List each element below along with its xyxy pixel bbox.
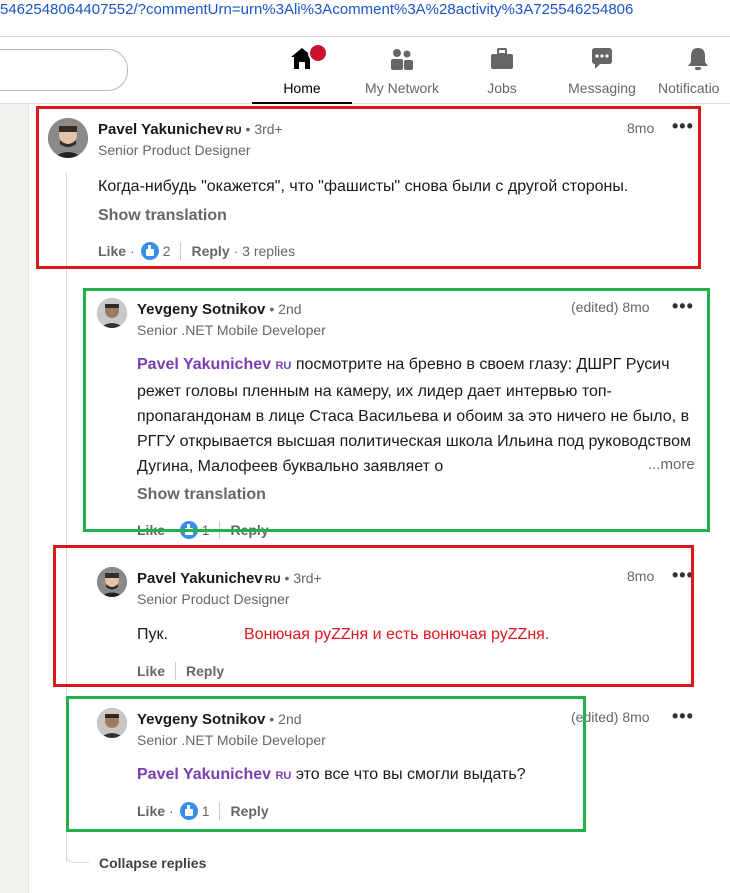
- search-input[interactable]: [0, 49, 128, 91]
- green-highlight-box: [83, 288, 710, 532]
- nav-jobs[interactable]: Jobs: [472, 45, 532, 103]
- bell-icon: [658, 45, 730, 73]
- messaging-icon: [562, 45, 642, 73]
- nav-my-network[interactable]: My Network: [356, 45, 448, 103]
- nav-my-network-label: My Network: [365, 80, 439, 96]
- red-highlight-box: [36, 106, 701, 269]
- url-text[interactable]: 5462548064407552/?commentUrn=urn%3Ali%3A…: [0, 0, 633, 20]
- top-nav: Home My Network Jobs Messaging Notificat…: [0, 37, 730, 104]
- browser-url-bar[interactable]: 5462548064407552/?commentUrn=urn%3Ali%3A…: [0, 0, 730, 37]
- more-options-icon[interactable]: •••: [672, 707, 694, 725]
- red-highlight-box: [53, 545, 694, 687]
- nav-jobs-label: Jobs: [487, 80, 517, 96]
- home-icon: [252, 43, 352, 73]
- nav-home-label: Home: [283, 80, 321, 96]
- nav-messaging-label: Messaging: [568, 80, 636, 96]
- thread-curve: [66, 842, 89, 863]
- notification-badge-icon: [308, 43, 328, 63]
- nav-notifications[interactable]: Notificatio: [658, 45, 730, 103]
- network-icon: [356, 45, 448, 73]
- collapse-replies-button[interactable]: Collapse replies: [99, 855, 206, 871]
- nav-notifications-label: Notificatio: [658, 80, 720, 96]
- nav-home[interactable]: Home: [252, 43, 352, 104]
- briefcase-icon: [472, 45, 532, 73]
- nav-messaging[interactable]: Messaging: [562, 45, 642, 103]
- green-highlight-box: [66, 696, 586, 832]
